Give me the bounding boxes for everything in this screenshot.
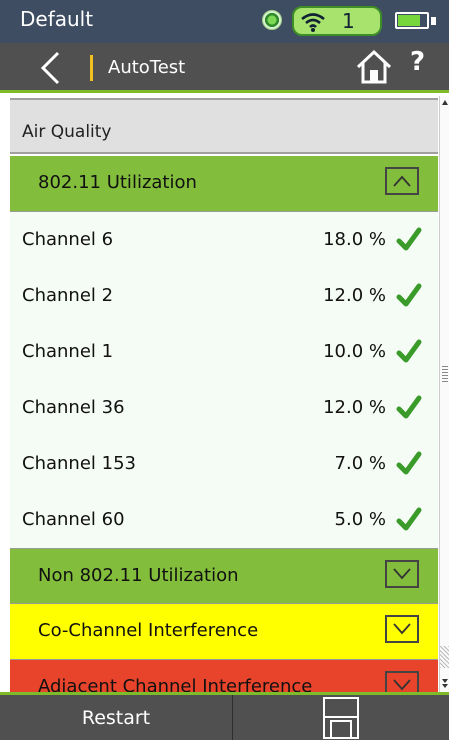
group-row[interactable]: 802.11 Utilization [10,156,438,212]
section-title: Air Quality [22,122,112,142]
group-label: 802.11 Utilization [38,172,197,193]
nav-divider [90,55,93,81]
restart-button[interactable]: Restart [0,695,233,740]
profile-name[interactable]: Default [20,7,93,31]
expand-button[interactable] [385,560,419,588]
wifi-indicator[interactable]: 1 [292,6,382,36]
nav-bar: AutoTest ? [0,43,449,93]
wifi-icon [301,13,325,32]
save-icon [323,697,359,739]
scroll-track-end [440,646,449,668]
channel-label: Channel 6 [22,229,114,250]
channel-label: Channel 36 [22,397,125,418]
help-button[interactable]: ? [410,47,425,77]
list-item: Channel 2 12.0 % [10,268,438,324]
expand-button[interactable] [385,671,419,692]
battery-level [398,15,420,26]
wifi-count: 1 [342,9,355,33]
check-icon [396,283,422,307]
group-row[interactable]: Adjacent Channel Interference [10,660,438,692]
list-item: Channel 153 7.0 % [10,436,438,492]
group-row[interactable]: Non 802.11 Utilization [10,548,438,604]
group-label: Adjacent Channel Interference [38,676,313,692]
collapse-button[interactable] [385,167,419,195]
expand-button[interactable] [385,615,419,643]
group-row[interactable]: Co-Channel Interference [10,604,438,660]
chevron-down-icon [393,568,411,580]
check-icon [396,339,422,363]
results-list: Air Quality 802.11 Utilization Channel 6… [10,96,438,692]
scroll-up-icon[interactable] [440,96,449,110]
channel-label: Channel 153 [22,453,136,474]
back-button[interactable] [30,48,70,88]
list-item: Channel 36 12.0 % [10,380,438,436]
channel-label: Channel 2 [22,285,114,306]
battery-icon [395,12,429,29]
channel-value: 18.0 % [323,229,386,250]
check-icon [396,227,422,251]
channel-label: Channel 60 [22,509,125,530]
list-item: Channel 1 10.0 % [10,324,438,380]
bottom-bar: Restart [0,692,449,740]
check-icon [396,395,422,419]
page-title: AutoTest [108,57,186,78]
channel-value: 12.0 % [323,397,386,418]
channel-value: 7.0 % [334,453,386,474]
channel-value: 5.0 % [334,509,386,530]
home-icon[interactable] [355,49,393,85]
chevron-down-icon [393,623,411,635]
status-bar: Default 1 [0,0,449,43]
save-button[interactable] [234,695,449,740]
channel-value: 12.0 % [323,285,386,306]
check-icon [396,451,422,475]
group-label: Non 802.11 Utilization [38,565,239,586]
list-item: Channel 6 18.0 % [10,212,438,268]
check-icon [396,507,422,531]
channel-value: 10.0 % [323,341,386,362]
chevron-up-icon [393,175,411,187]
link-status-icon [262,10,282,30]
channel-label: Channel 1 [22,341,114,362]
list-item: Channel 60 5.0 % [10,492,438,548]
battery-tip [431,17,436,25]
scroll-thumb[interactable] [442,366,448,382]
chevron-left-icon [40,51,60,85]
chevron-down-icon [393,679,411,691]
scroll-down-icon[interactable] [440,676,449,690]
group-label: Co-Channel Interference [38,620,259,641]
scrollbar[interactable] [439,96,449,692]
section-header: Air Quality [10,98,438,154]
